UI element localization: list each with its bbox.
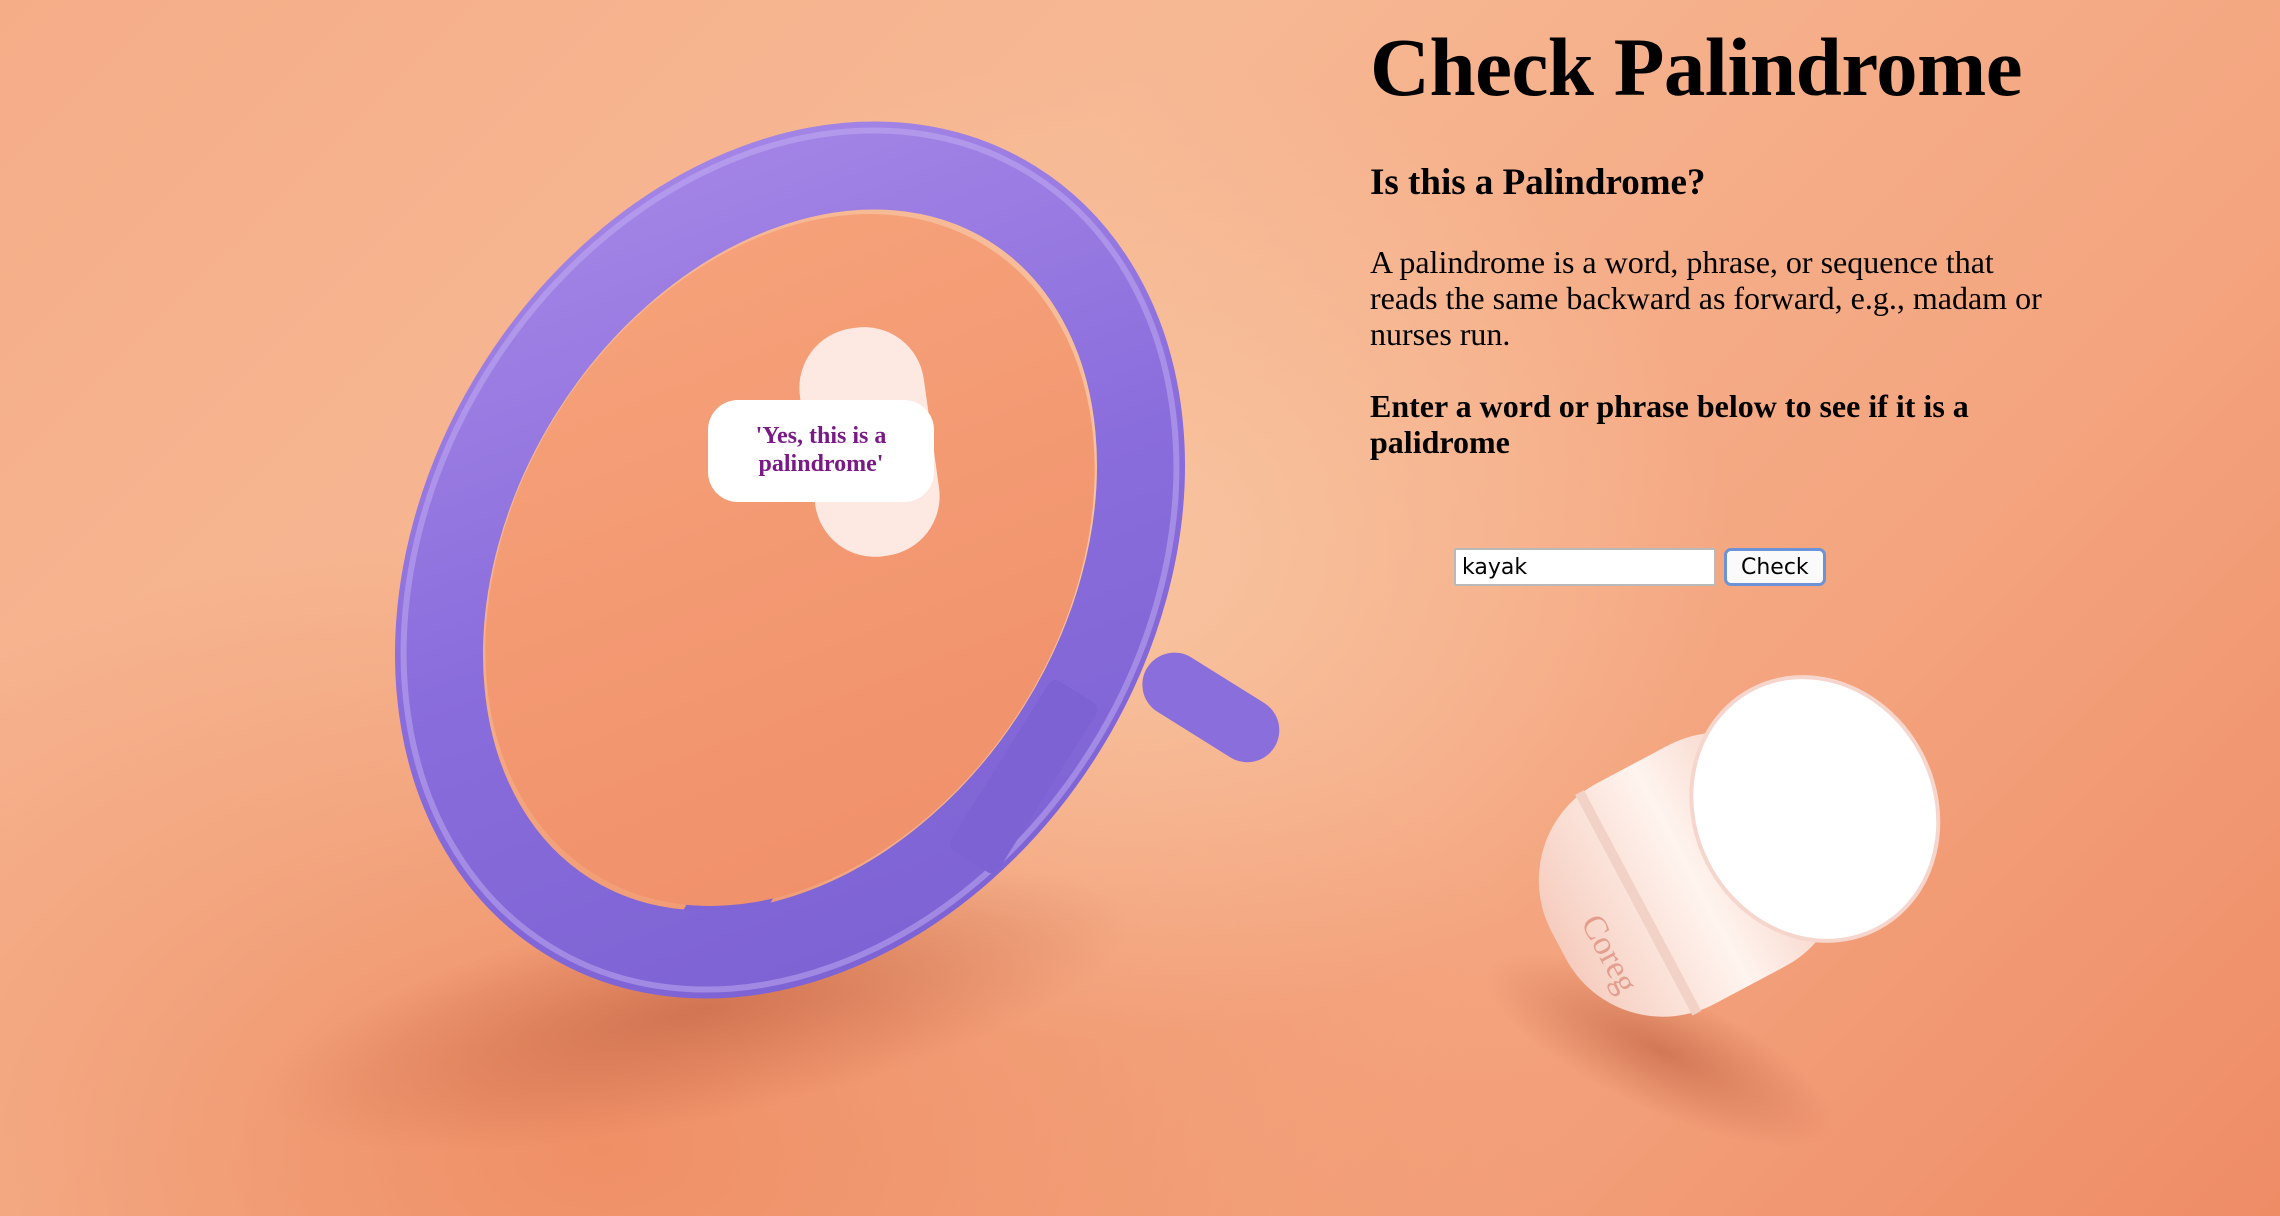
result-message: 'Yes, this is a palindrome' — [708, 400, 934, 502]
page-title: Check Palindrome — [1370, 21, 2023, 113]
word-input[interactable] — [1454, 548, 1716, 586]
result-text: 'Yes, this is a palindrome' — [755, 423, 887, 477]
main-content: Check Palindrome Is this a Palindrome? A… — [1370, 0, 2070, 460]
instruction-text: Enter a word or phrase below to see if i… — [1370, 388, 1969, 460]
subtitle: Is this a Palindrome? — [1370, 162, 1706, 203]
check-button[interactable]: Check — [1724, 548, 1826, 586]
palindrome-description: A palindrome is a word, phrase, or seque… — [1370, 244, 2042, 352]
palindrome-form: Check — [1454, 548, 1826, 586]
